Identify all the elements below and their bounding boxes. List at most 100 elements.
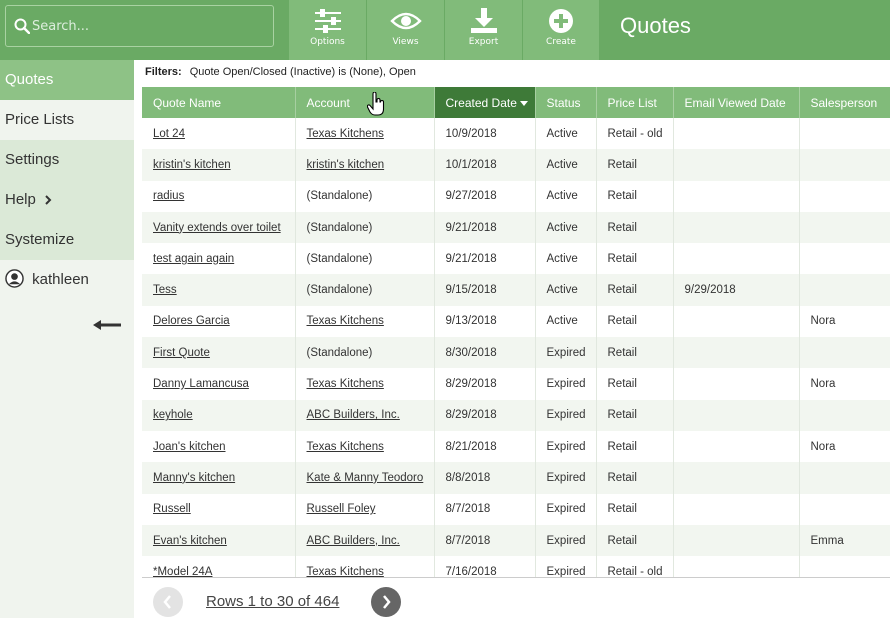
table-row[interactable]: Russell Russell Foley 8/7/2018 Expired Retai… xyxy=(142,493,890,525)
create-button[interactable]: Create xyxy=(523,0,600,60)
cell-quote-name[interactable]: Vanity extends over toilet xyxy=(142,211,296,244)
cell-quote-name[interactable]: keyhole xyxy=(142,399,296,431)
cell-email-viewed-date xyxy=(673,211,800,244)
cell-price-list: Retail xyxy=(596,180,674,212)
search-icon xyxy=(14,18,30,34)
search-box[interactable] xyxy=(5,5,274,47)
sidebar-item-systemize[interactable]: Systemize xyxy=(0,220,134,260)
cell-status: Expired xyxy=(535,493,597,525)
cell-price-list: Retail xyxy=(596,430,674,463)
table-row[interactable]: Tess (Standalone) 9/15/2018 Active Retail 9/2… xyxy=(142,274,890,306)
cell-account[interactable]: Texas Kitchens xyxy=(295,430,435,463)
table-row[interactable]: radius (Standalone) 9/27/2018 Active Retail xyxy=(142,180,890,212)
table-row[interactable]: Danny Lamancusa Texas Kitchens 8/29/2018 Ex… xyxy=(142,368,890,400)
cell-quote-name[interactable]: Joan's kitchen xyxy=(142,430,296,463)
table-row[interactable]: kristin's kitchen kristin's kitchen 10/1/2… xyxy=(142,149,890,181)
chevron-right-icon xyxy=(383,595,391,609)
cell-email-viewed-date xyxy=(673,118,800,150)
cell-status: Active xyxy=(535,243,597,275)
table-row[interactable]: Vanity extends over toilet (Standalone) 9/… xyxy=(142,211,890,244)
cell-created-date: 8/29/2018 xyxy=(434,368,536,400)
search-input[interactable] xyxy=(32,15,262,37)
sidebar-item-help[interactable]: Help xyxy=(0,180,134,220)
cell-salesperson: Nora xyxy=(799,430,890,463)
next-page-button[interactable] xyxy=(371,587,401,617)
options-button[interactable]: Options xyxy=(289,0,367,60)
cell-account[interactable]: Russell Foley xyxy=(295,493,435,525)
cell-created-date: 8/7/2018 xyxy=(434,493,536,525)
cell-quote-name[interactable]: First Quote xyxy=(142,337,296,369)
cell-quote-name[interactable]: Lot 24 xyxy=(142,118,296,150)
cell-quote-name[interactable]: Delores Garcia xyxy=(142,305,296,338)
cell-status: Expired xyxy=(535,430,597,463)
cell-quote-name[interactable]: Evan's kitchen xyxy=(142,524,296,557)
cell-status: Active xyxy=(535,180,597,212)
cell-quote-name[interactable]: Russell xyxy=(142,493,296,525)
export-button[interactable]: Export xyxy=(445,0,523,60)
table-row[interactable]: First Quote (Standalone) 8/30/2018 Expired R… xyxy=(142,337,890,369)
table-row[interactable]: *Model 24A Texas Kitchens 7/16/2018 Expired… xyxy=(142,556,890,577)
export-label: Export xyxy=(468,37,499,47)
column-header-salesperson[interactable]: Salesperson xyxy=(799,87,890,118)
column-header-created-date[interactable]: Created Date xyxy=(434,87,536,118)
sidebar-item-user[interactable]: kathleen xyxy=(0,260,134,300)
quotes-table-container[interactable]: Quote Name Account Created Date Status P… xyxy=(142,87,890,578)
filters-bar: Filters: Quote Open/Closed (Inactive) is … xyxy=(145,66,416,78)
column-header-quote-name[interactable]: Quote Name xyxy=(142,87,296,118)
rows-count-link[interactable]: Rows 1 to 30 of 464 xyxy=(206,593,339,610)
cell-account: (Standalone) xyxy=(295,180,435,212)
cell-quote-name[interactable]: kristin's kitchen xyxy=(142,149,296,181)
cell-account[interactable]: Texas Kitchens xyxy=(295,305,435,338)
cell-account[interactable]: Texas Kitchens xyxy=(295,556,435,577)
views-button[interactable]: Views xyxy=(367,0,445,60)
table-row[interactable]: keyhole ABC Builders, Inc. 8/29/2018 Expire… xyxy=(142,399,890,431)
views-label: Views xyxy=(392,37,419,47)
cell-account[interactable]: Texas Kitchens xyxy=(295,118,435,150)
sidebar-item-quotes[interactable]: Quotes xyxy=(0,60,134,100)
table-row[interactable]: Manny's kitchen Kate & Manny Teodoro 8/8/2… xyxy=(142,462,890,494)
chevron-right-icon xyxy=(45,195,52,205)
cell-created-date: 9/21/2018 xyxy=(434,243,536,275)
cell-status: Active xyxy=(535,211,597,244)
column-header-price-list[interactable]: Price List xyxy=(596,87,674,118)
table-header-row: Quote Name Account Created Date Status P… xyxy=(142,87,890,118)
cell-salesperson xyxy=(799,149,890,181)
cell-price-list: Retail xyxy=(596,462,674,494)
sidebar-item-price-lists[interactable]: Price Lists xyxy=(0,100,134,140)
cell-account[interactable]: Kate & Manny Teodoro xyxy=(295,462,435,494)
cell-created-date: 9/13/2018 xyxy=(434,305,536,338)
cell-salesperson xyxy=(799,211,890,244)
cell-account[interactable]: ABC Builders, Inc. xyxy=(295,524,435,557)
cell-email-viewed-date xyxy=(673,399,800,431)
cell-email-viewed-date xyxy=(673,462,800,494)
column-header-account[interactable]: Account xyxy=(295,87,435,118)
table-row[interactable]: test again again (Standalone) 9/21/2018 Act… xyxy=(142,243,890,275)
cell-price-list: Retail xyxy=(596,493,674,525)
cell-account[interactable]: Texas Kitchens xyxy=(295,368,435,400)
cell-quote-name[interactable]: *Model 24A xyxy=(142,556,296,577)
cell-quote-name[interactable]: Manny's kitchen xyxy=(142,462,296,494)
cell-created-date: 8/29/2018 xyxy=(434,399,536,431)
column-header-status[interactable]: Status xyxy=(535,87,597,118)
cell-email-viewed-date xyxy=(673,149,800,181)
cell-email-viewed-date: 9/29/2018 xyxy=(673,274,800,306)
sidebar-item-settings[interactable]: Settings xyxy=(0,140,134,180)
collapse-arrow-icon[interactable] xyxy=(93,318,123,332)
cell-created-date: 9/27/2018 xyxy=(434,180,536,212)
cell-account[interactable]: kristin's kitchen xyxy=(295,149,435,181)
cell-quote-name[interactable]: test again again xyxy=(142,243,296,275)
cell-status: Expired xyxy=(535,368,597,400)
table-row[interactable]: Delores Garcia Texas Kitchens 9/13/2018 Act… xyxy=(142,305,890,338)
column-header-email-viewed-date[interactable]: Email Viewed Date xyxy=(673,87,800,118)
cell-status: Active xyxy=(535,274,597,306)
table-row[interactable]: Joan's kitchen Texas Kitchens 8/21/2018 Exp… xyxy=(142,430,890,463)
cell-quote-name[interactable]: radius xyxy=(142,180,296,212)
cell-created-date: 8/21/2018 xyxy=(434,430,536,463)
previous-page-button[interactable] xyxy=(153,587,183,617)
table-row[interactable]: Evan's kitchen ABC Builders, Inc. 8/7/2018… xyxy=(142,524,890,557)
cell-price-list: Retail xyxy=(596,274,674,306)
table-row[interactable]: Lot 24 Texas Kitchens 10/9/2018 Active Retai… xyxy=(142,118,890,150)
cell-account[interactable]: ABC Builders, Inc. xyxy=(295,399,435,431)
cell-quote-name[interactable]: Tess xyxy=(142,274,296,306)
cell-quote-name[interactable]: Danny Lamancusa xyxy=(142,368,296,400)
